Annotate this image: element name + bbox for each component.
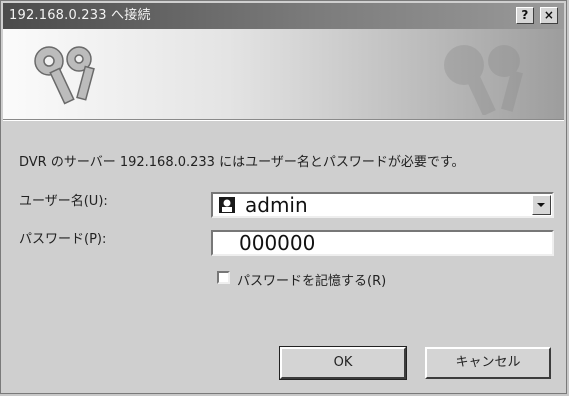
username-value: admin: [245, 193, 308, 217]
close-button[interactable]: ×: [540, 7, 558, 24]
ok-button[interactable]: OK: [279, 346, 407, 380]
dialog-banner: [3, 29, 564, 119]
user-icon: [218, 196, 236, 218]
password-label: パスワード(P):: [19, 232, 107, 247]
keys-watermark-icon: [424, 35, 544, 119]
chevron-down-icon[interactable]: [532, 195, 551, 215]
keys-icon: [23, 39, 113, 115]
window-title: 192.168.0.233 へ接続: [9, 8, 151, 23]
auth-message: DVR のサーバー 192.168.0.233 にはユーザー名とパスワードが必要…: [19, 155, 465, 170]
password-field[interactable]: 000000: [211, 230, 554, 256]
help-button[interactable]: ?: [516, 7, 534, 24]
title-bar: 192.168.0.233 へ接続 ? ×: [3, 3, 564, 29]
banner-divider: [3, 119, 564, 121]
username-label: ユーザー名(U):: [19, 194, 108, 209]
cancel-button[interactable]: キャンセル: [425, 347, 551, 379]
remember-password-label: パスワードを記憶する(R): [237, 274, 387, 289]
username-combobox[interactable]: admin: [211, 192, 554, 218]
remember-password-checkbox[interactable]: [217, 271, 230, 284]
login-dialog: 192.168.0.233 へ接続 ? × DVR のサーバー 192.168.…: [0, 0, 567, 394]
